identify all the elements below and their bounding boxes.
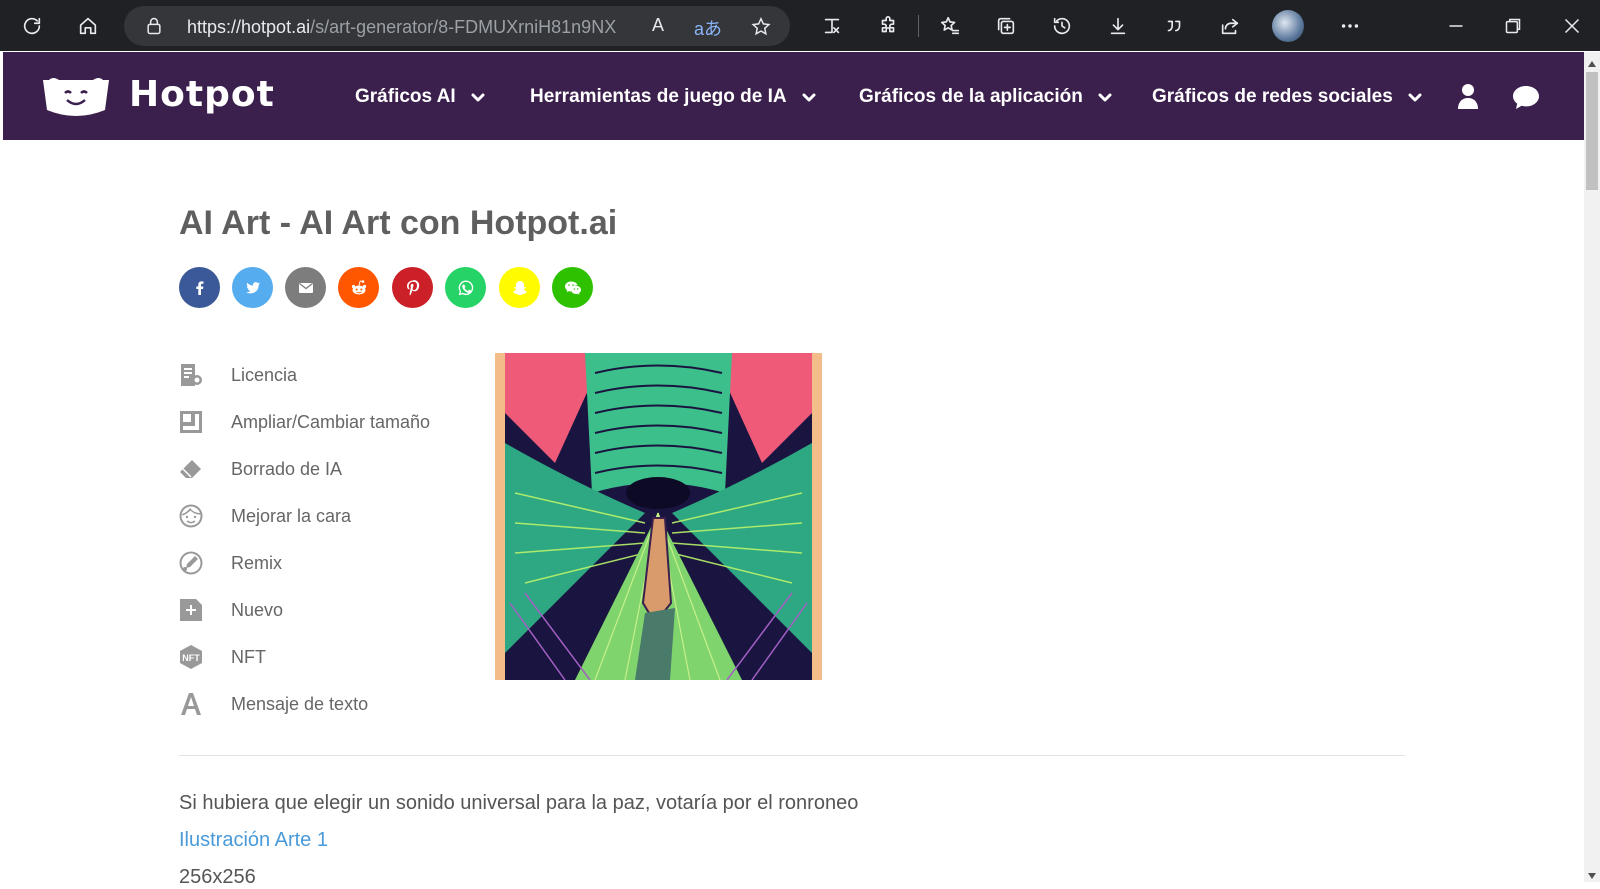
- tool-label: Borrado de IA: [231, 458, 343, 479]
- toolbar-separator: [918, 15, 919, 37]
- share-reddit-button[interactable]: [338, 267, 379, 308]
- face-icon: [177, 502, 205, 530]
- snapchat-icon: [512, 280, 527, 295]
- share-wechat-button[interactable]: [552, 267, 593, 308]
- url-host: https://hotpot.ai: [187, 17, 311, 37]
- tool-ai-eraser[interactable]: Borrado de IA: [177, 454, 342, 484]
- art-prompt-text: Si hubiera que elegir un sonido universa…: [179, 792, 859, 814]
- nav-label: Herramientas de juego de IA: [530, 86, 787, 107]
- chevron-down-icon: [802, 93, 816, 102]
- nav-graficos-ai[interactable]: Gráficos AI: [355, 86, 486, 108]
- share-snapchat-button[interactable]: [499, 267, 540, 308]
- eraser-icon: [177, 455, 205, 483]
- twitter-icon: [245, 281, 260, 293]
- home-icon[interactable]: [70, 8, 106, 44]
- nav-herramientas-juego[interactable]: Herramientas de juego de IA: [530, 86, 817, 108]
- license-icon: [177, 361, 205, 389]
- url-path: /s/art-generator/8-FDMUXrniH81n9NX: [310, 17, 617, 37]
- whatsapp-icon: [458, 280, 473, 295]
- art-illustration-link[interactable]: Ilustración Arte 1: [179, 829, 328, 852]
- tool-label: Ampliar/Cambiar tamaño: [231, 411, 431, 432]
- tool-new[interactable]: Nuevo: [177, 595, 283, 625]
- tool-resize[interactable]: Ampliar/Cambiar tamaño: [177, 407, 430, 437]
- email-icon: [298, 282, 313, 293]
- share-whatsapp-button[interactable]: [445, 267, 486, 308]
- tool-label: Remix: [231, 552, 283, 573]
- tool-nft[interactable]: NFT NFT: [177, 642, 266, 672]
- tool-label: Mensaje de texto: [231, 693, 369, 714]
- share-twitter-button[interactable]: [232, 267, 273, 308]
- share-icon[interactable]: [1212, 8, 1248, 44]
- brand-name[interactable]: Hotpot: [129, 74, 275, 115]
- extensions-icon[interactable]: [870, 8, 906, 44]
- hotpot-logo[interactable]: [41, 76, 111, 118]
- chevron-down-icon: [1408, 93, 1422, 102]
- scrollbar-thumb[interactable]: [1586, 72, 1598, 190]
- user-icon[interactable]: [1453, 82, 1483, 112]
- tool-label: Licencia: [231, 364, 298, 385]
- lock-icon[interactable]: [144, 16, 164, 41]
- minimize-icon[interactable]: [1443, 13, 1469, 39]
- new-icon: [177, 596, 205, 624]
- wechat-icon: [564, 281, 581, 295]
- tool-text-prompt[interactable]: Mensaje de texto: [177, 689, 368, 719]
- tool-label: Mejorar la cara: [231, 505, 352, 526]
- nft-icon: NFT: [177, 643, 205, 671]
- quote-icon[interactable]: [1156, 8, 1192, 44]
- pinterest-icon: [406, 279, 419, 296]
- scroll-up-icon[interactable]: [1587, 56, 1597, 67]
- tool-label: NFT: [231, 646, 266, 667]
- share-pinterest-button[interactable]: [392, 267, 433, 308]
- share-facebook-button[interactable]: [179, 267, 220, 308]
- page-title: AI Art - AI Art con Hotpot.ai: [179, 204, 618, 242]
- resize-icon: [177, 408, 205, 436]
- restore-icon[interactable]: [1500, 13, 1526, 39]
- nav-label: Gráficos AI: [355, 86, 456, 107]
- reddit-icon: [351, 279, 366, 294]
- math-solver-icon[interactable]: [814, 8, 850, 44]
- nav-label: Gráficos de redes sociales: [1152, 86, 1393, 107]
- translate-icon[interactable]: aあ: [694, 15, 722, 41]
- remix-icon: [177, 549, 205, 577]
- close-icon[interactable]: [1559, 13, 1585, 39]
- image-size-text: 256x256: [179, 866, 256, 888]
- address-bar[interactable]: https://hotpot.ai/s/art-generator/8-FDMU…: [124, 6, 790, 46]
- facebook-icon: [195, 280, 203, 295]
- tool-label: Nuevo: [231, 599, 284, 620]
- collections-icon[interactable]: [988, 8, 1024, 44]
- more-icon[interactable]: [1332, 8, 1368, 44]
- add-favorite-icon[interactable]: [750, 16, 772, 38]
- nav-graficos-redes-sociales[interactable]: Gráficos de redes sociales: [1152, 86, 1423, 108]
- browser-toolbar: https://hotpot.ai/s/art-generator/8-FDMU…: [0, 0, 1600, 51]
- tool-enhance-face[interactable]: Mejorar la cara: [177, 501, 351, 531]
- downloads-icon[interactable]: [1100, 8, 1136, 44]
- share-email-button[interactable]: [285, 267, 326, 308]
- history-icon[interactable]: [1044, 8, 1080, 44]
- text-icon: [177, 690, 205, 718]
- favorites-icon[interactable]: [932, 8, 968, 44]
- svg-text:NFT: NFT: [182, 653, 200, 663]
- section-divider: [179, 755, 1405, 756]
- tool-license[interactable]: Licencia: [177, 360, 297, 390]
- tool-remix[interactable]: Remix: [177, 548, 282, 578]
- generated-artwork[interactable]: [495, 353, 822, 680]
- nav-graficos-aplicacion[interactable]: Gráficos de la aplicación: [859, 86, 1113, 108]
- nav-label: Gráficos de la aplicación: [859, 86, 1083, 107]
- profile-avatar[interactable]: [1272, 10, 1304, 42]
- chevron-down-icon: [1098, 93, 1112, 102]
- read-aloud-icon[interactable]: A: [652, 15, 664, 36]
- chevron-down-icon: [471, 93, 485, 102]
- refresh-icon[interactable]: [14, 8, 50, 44]
- url-text[interactable]: https://hotpot.ai/s/art-generator/8-FDMU…: [187, 17, 616, 38]
- chat-icon[interactable]: [1511, 82, 1541, 112]
- scroll-down-icon[interactable]: [1587, 868, 1597, 879]
- site-header: Hotpot Gráficos AI Herramientas de juego…: [3, 52, 1584, 140]
